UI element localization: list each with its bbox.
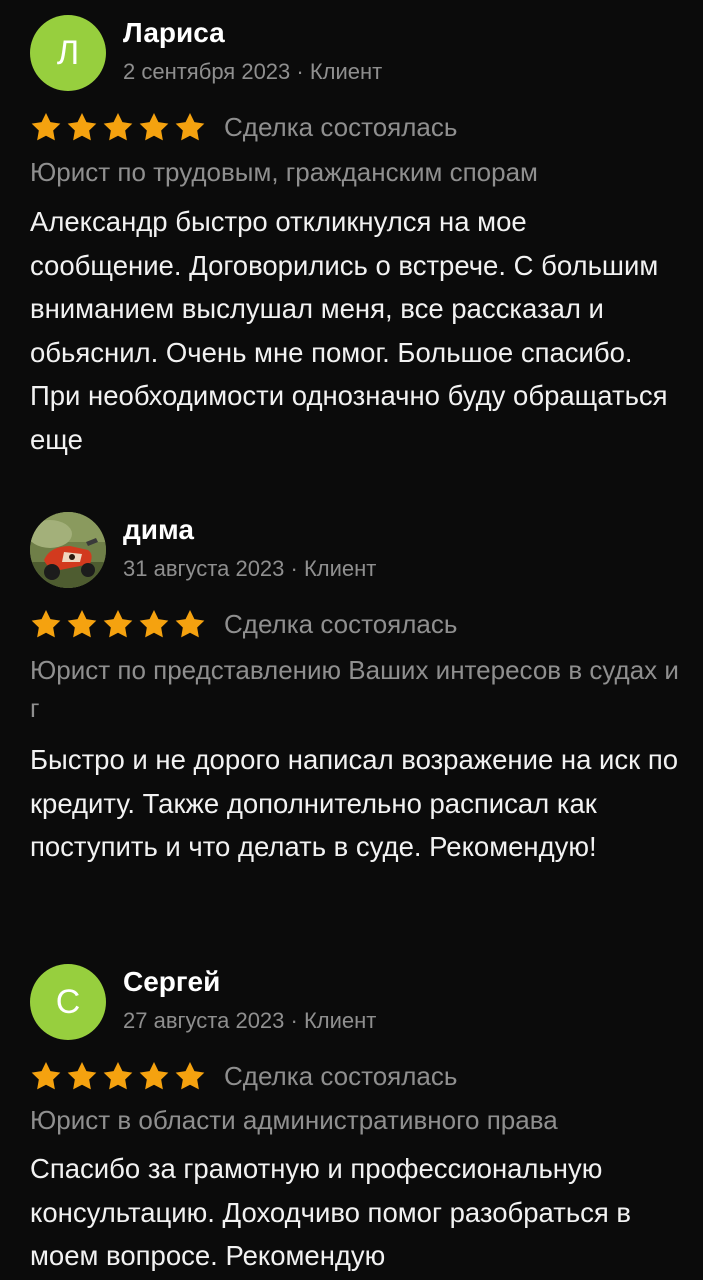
star-icon <box>102 609 134 639</box>
review-card: Л Лариса 2 сентября 2023 · Клиент Сделка… <box>0 15 703 455</box>
star-rating <box>30 112 206 142</box>
review-text: Быстро и не дорого написал возражение на… <box>30 744 679 862</box>
review-card: С Сергей 27 августа 2023 · Клиент Сделка… <box>0 964 703 1280</box>
star-icon <box>138 609 170 639</box>
review-meta: 31 августа 2023 · Клиент <box>123 556 377 581</box>
star-icon <box>30 609 62 639</box>
star-icon <box>174 609 206 639</box>
star-rating <box>30 609 206 639</box>
star-icon <box>30 1061 62 1091</box>
motorcycle-photo-avatar <box>30 512 106 588</box>
star-icon <box>174 1061 206 1091</box>
deal-status: Сделка состоялась <box>224 111 458 142</box>
reviewer-name: Лариса <box>123 17 225 48</box>
star-icon <box>174 112 206 142</box>
reviewer-name: дима <box>123 514 194 545</box>
deal-status: Сделка состоялась <box>224 1060 458 1091</box>
avatar[interactable]: С <box>30 964 106 1040</box>
reviewer-name: Сергей <box>123 966 221 997</box>
review-card: дима 31 августа 2023 · Клиент Сделка сос… <box>0 512 703 912</box>
rating-row: Сделка состоялась <box>30 1058 457 1094</box>
star-icon <box>138 1061 170 1091</box>
star-rating <box>30 1061 206 1091</box>
review-meta: 2 сентября 2023 · Клиент <box>123 59 383 84</box>
star-icon <box>102 112 134 142</box>
star-icon <box>66 112 98 142</box>
rating-row: Сделка состоялась <box>30 606 457 642</box>
review-meta: 27 августа 2023 · Клиент <box>123 1008 377 1033</box>
star-icon <box>66 1061 98 1091</box>
rating-row: Сделка состоялась <box>30 109 457 145</box>
star-icon <box>30 112 62 142</box>
service-title: Юрист в области административного права <box>30 1105 558 1135</box>
star-icon <box>138 112 170 142</box>
star-icon <box>66 609 98 639</box>
avatar[interactable]: Л <box>30 15 106 91</box>
service-title: Юрист по представлению Ваших интересов в… <box>30 655 679 723</box>
avatar[interactable] <box>30 512 106 588</box>
deal-status: Сделка состоялась <box>224 608 458 639</box>
star-icon <box>102 1061 134 1091</box>
review-text: Спасибо за грамотную и профессиональную … <box>30 1153 632 1271</box>
service-title: Юрист по трудовым, гражданским спорам <box>30 157 538 187</box>
review-text: Александр быстро откликнулся на мое сооб… <box>30 206 668 455</box>
